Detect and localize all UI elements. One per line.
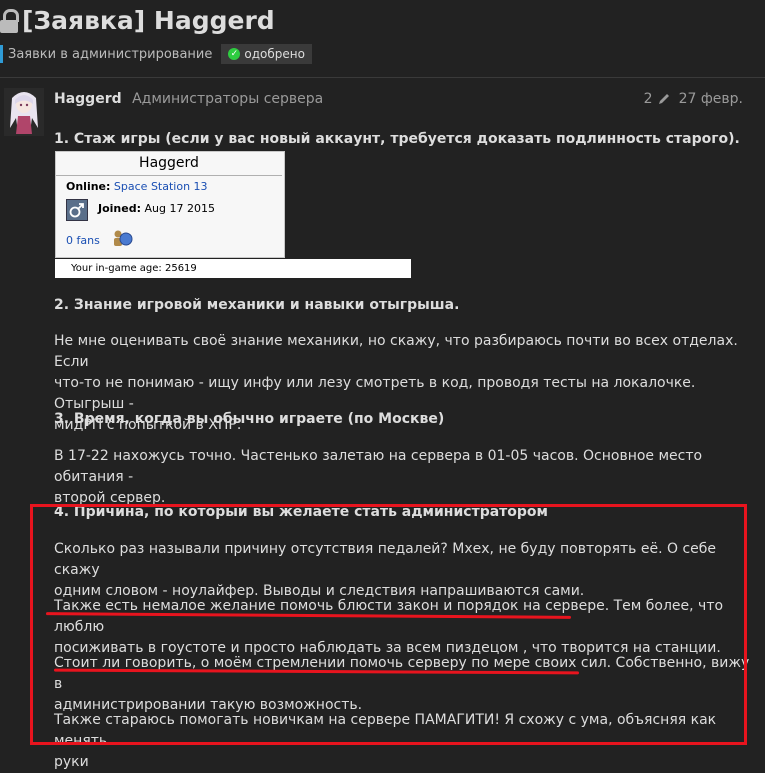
post-user-title: Администраторы сервера [132,91,324,107]
post-header: Haggerd Администраторы сервера [54,91,323,107]
ingame-age-bar: Your in-game age: 25619 [55,259,411,278]
heading-3: 3. Время, когда вы обычно играете (по Мо… [54,411,445,427]
byond-fans: 0 fans [66,234,100,247]
paragraph-3-line-1: В 17-22 нахожусь точно. Частенько залета… [54,448,703,485]
post-meta: 2 27 февр. [644,91,743,107]
lock-icon [0,8,19,33]
joined-value: Aug 17 2015 [144,202,215,215]
online-value: Space Station 13 [113,180,208,193]
byond-online: Online: Space Station 13 [66,180,208,193]
paragraph-7-line-2: руки [54,754,89,770]
edit-count[interactable]: 2 [644,91,653,107]
byond-profile-card: Haggerd Online: Space Station 13 Joined:… [55,151,285,258]
header-divider [0,77,765,78]
male-icon [66,199,88,221]
fans-icon [114,230,133,246]
topic-prefix: [Заявка] [22,6,146,35]
post-date[interactable]: 27 февр. [679,91,743,107]
byond-joined: Joined: Aug 17 2015 [98,202,215,215]
category-link[interactable]: Заявки в администрирование [8,47,212,62]
topic-name: Haggerd [153,6,275,35]
pencil-icon[interactable] [657,92,671,106]
online-label: Online: [66,180,111,193]
topic-title: [Заявка] Haggerd [0,6,275,35]
byond-name: Haggerd [56,152,282,176]
joined-label: Joined: [98,202,141,215]
status-badge[interactable]: ✓ одобрено [221,44,312,64]
highlight-box [30,504,747,745]
paragraph-2-line-1: Не мне оценивать своё знание механики, н… [54,333,738,370]
check-icon: ✓ [228,48,241,60]
category-color-bar [0,45,3,63]
avatar[interactable] [4,88,44,136]
heading-2: 2. Знание игровой механики и навыки отыг… [54,297,460,313]
status-badge-label: одобрено [244,47,305,61]
post-username[interactable]: Haggerd [54,91,122,107]
topic-title-text[interactable]: [Заявка] Haggerd [22,6,275,35]
topic-category-row: Заявки в администрирование ✓ одобрено [0,44,312,64]
paragraph-3: В 17-22 нахожусь точно. Частенько залета… [54,446,754,509]
heading-1: 1. Стаж игры (если у вас новый аккаунт, … [54,131,740,147]
